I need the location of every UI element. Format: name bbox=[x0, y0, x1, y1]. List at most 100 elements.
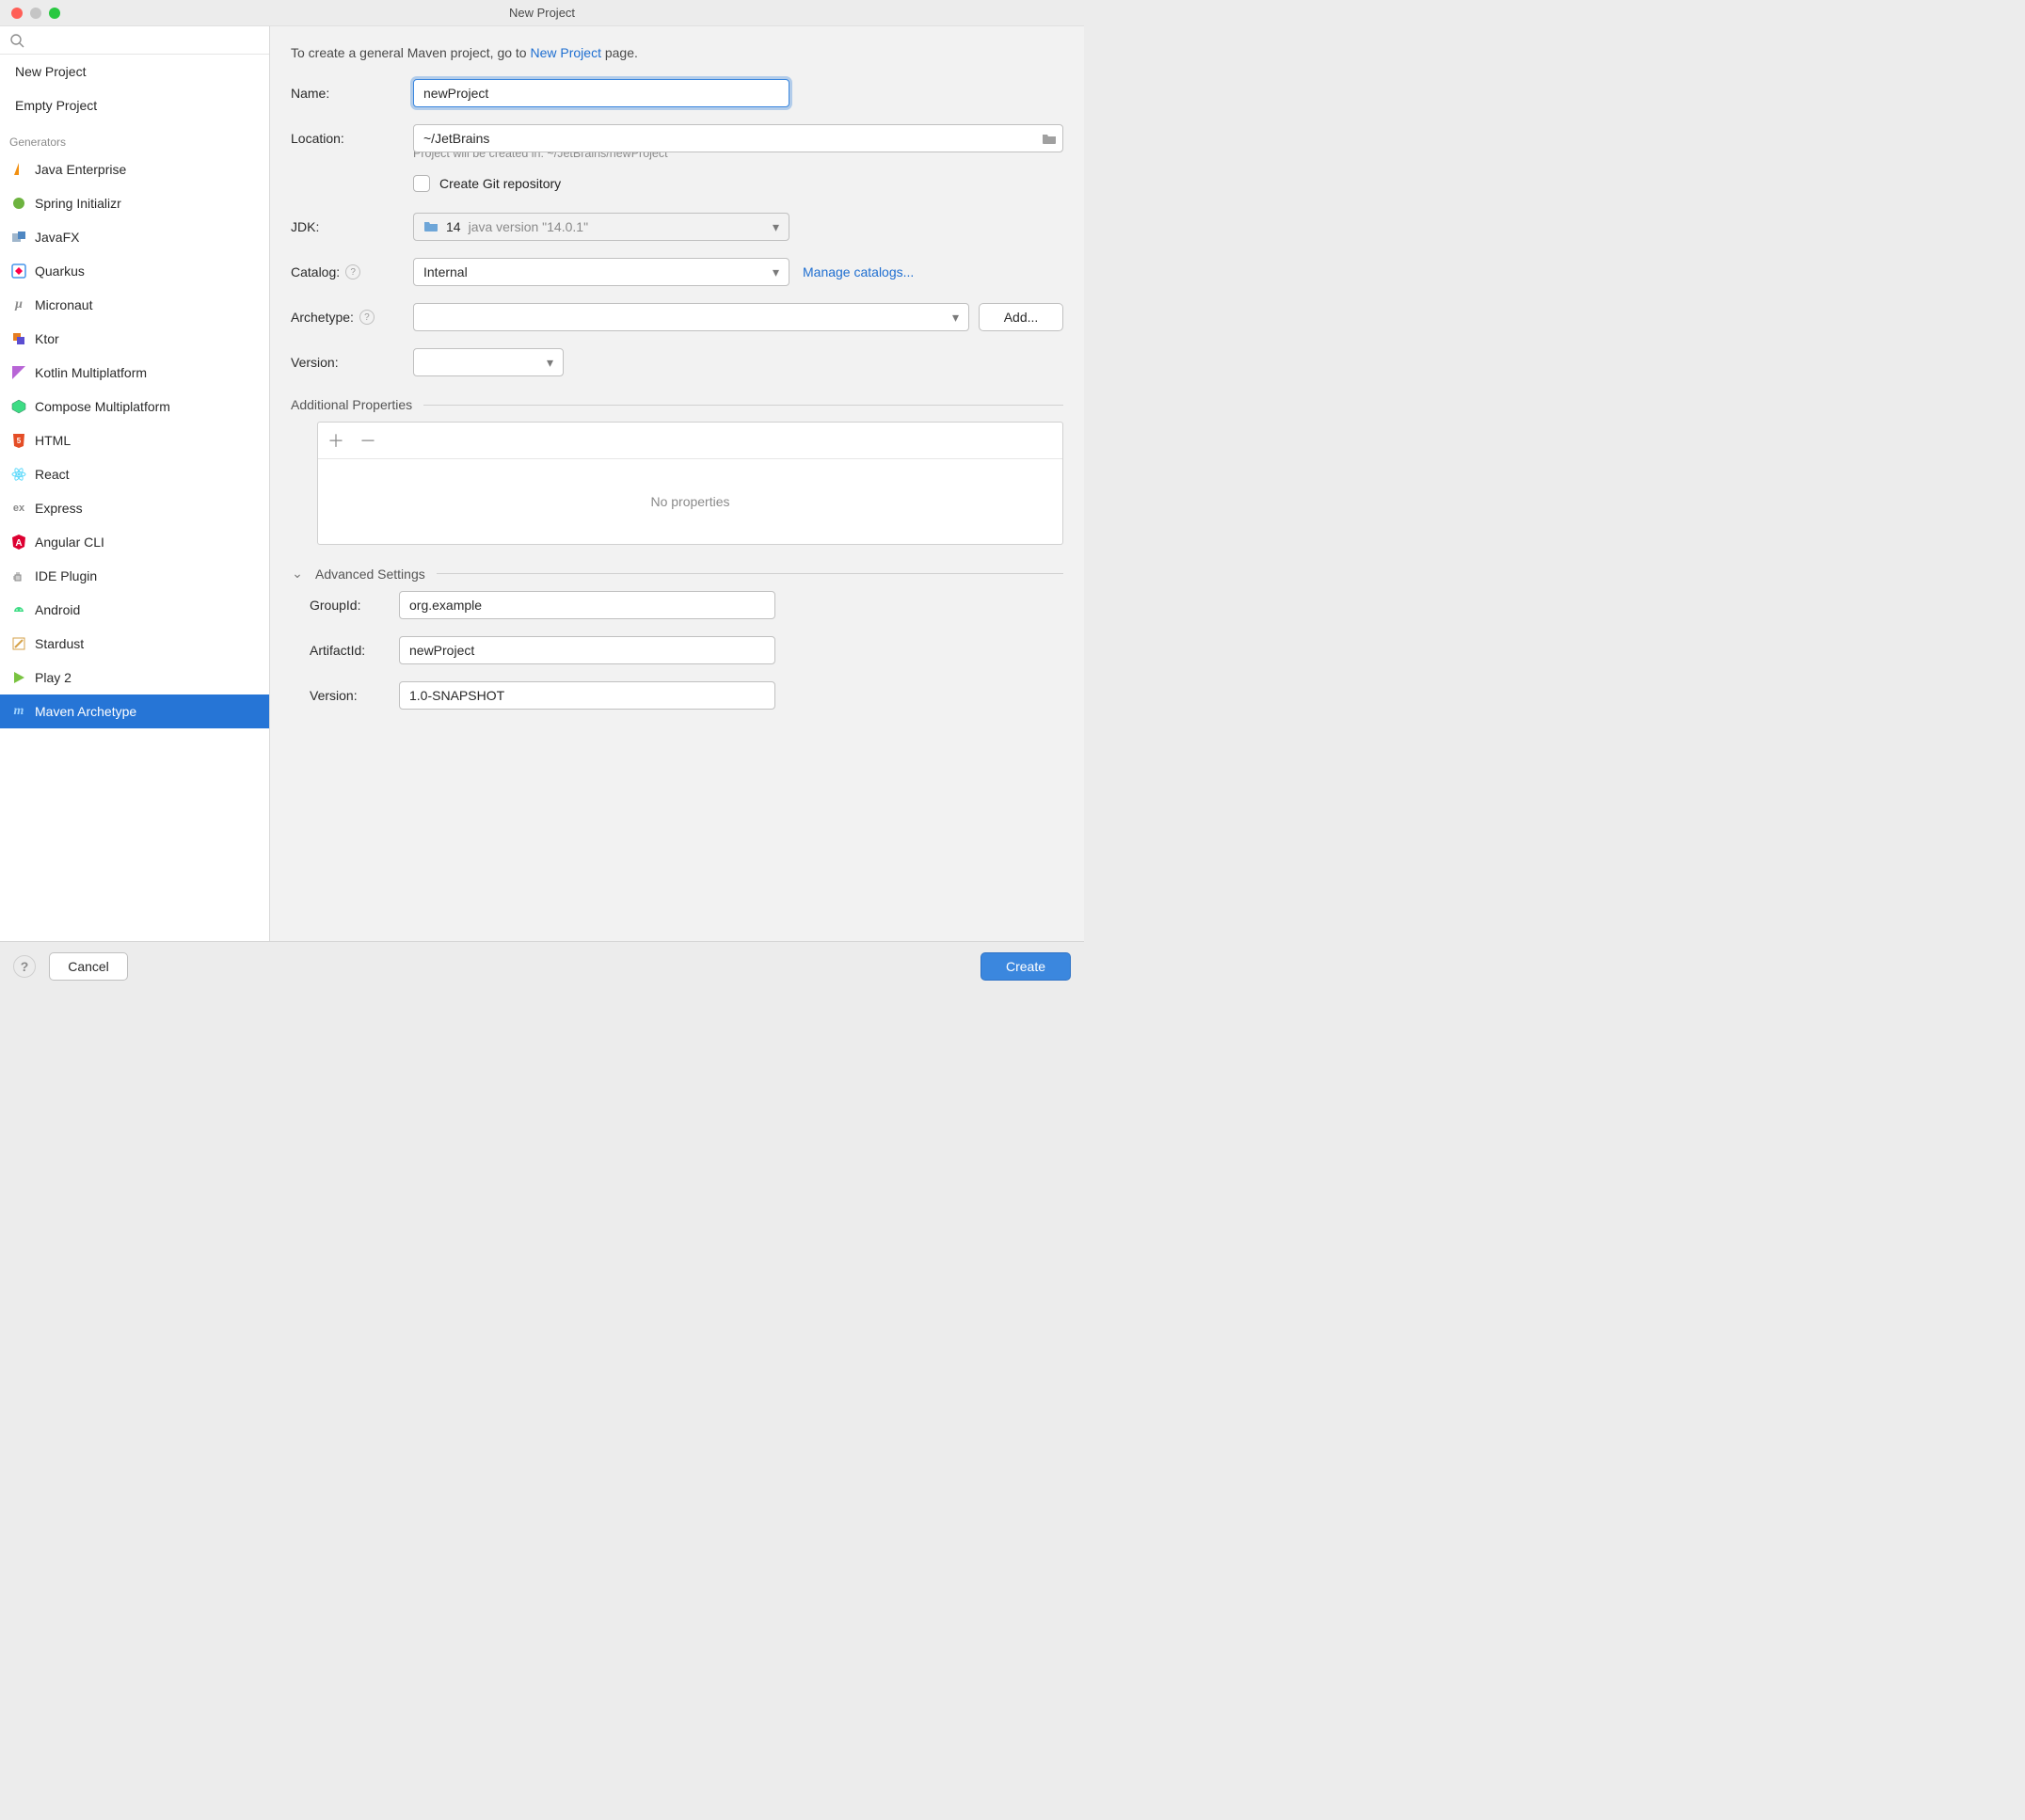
sidebar-item-label: Maven Archetype bbox=[35, 704, 136, 719]
sidebar-item-label: Angular CLI bbox=[35, 535, 104, 550]
artifactid-input[interactable] bbox=[399, 636, 775, 664]
sail-icon bbox=[11, 162, 26, 177]
version-dropdown[interactable]: ▾ bbox=[413, 348, 564, 376]
location-input[interactable] bbox=[413, 124, 1063, 152]
sidebar-item-react[interactable]: React bbox=[0, 457, 269, 491]
search-icon[interactable] bbox=[9, 33, 24, 48]
maven-icon: m bbox=[11, 704, 26, 719]
footer: ? Cancel Create bbox=[0, 941, 1084, 990]
sidebar-item-kotlin-multiplatform[interactable]: Kotlin Multiplatform bbox=[0, 356, 269, 390]
remove-property-button[interactable]: － bbox=[359, 428, 376, 453]
chevron-down-icon: ▾ bbox=[547, 355, 553, 371]
sidebar-item-label: Empty Project bbox=[15, 98, 97, 113]
name-input[interactable] bbox=[413, 79, 789, 107]
sidebar-item-label: Android bbox=[35, 602, 80, 617]
advanced-settings-title: Advanced Settings bbox=[315, 567, 425, 582]
additional-properties-panel: ＋ － No properties bbox=[317, 422, 1063, 545]
no-properties-text: No properties bbox=[318, 459, 1062, 544]
sidebar-item-compose-multiplatform[interactable]: Compose Multiplatform bbox=[0, 390, 269, 423]
groupid-label: GroupId: bbox=[310, 598, 399, 613]
git-checkbox[interactable] bbox=[413, 175, 430, 192]
window-controls bbox=[0, 8, 60, 19]
sidebar-item-label: Compose Multiplatform bbox=[35, 399, 170, 414]
sidebar-item-play2[interactable]: Play 2 bbox=[0, 661, 269, 694]
generators-heading: Generators bbox=[0, 122, 269, 152]
cancel-button[interactable]: Cancel bbox=[49, 952, 128, 981]
sidebar-item-label: HTML bbox=[35, 433, 71, 448]
chevron-down-icon: ▾ bbox=[773, 264, 779, 280]
add-property-button[interactable]: ＋ bbox=[327, 428, 344, 453]
sidebar-item-label: Micronaut bbox=[35, 297, 92, 312]
react-icon bbox=[11, 467, 26, 482]
additional-properties-title: Additional Properties bbox=[291, 397, 412, 412]
jdk-dropdown[interactable]: 14 java version "14.0.1" ▾ bbox=[413, 213, 789, 241]
create-button[interactable]: Create bbox=[981, 952, 1071, 981]
sidebar-item-express[interactable]: ex Express bbox=[0, 491, 269, 525]
chevron-down-icon: ⌄ bbox=[291, 566, 304, 582]
jdk-detail: java version "14.0.1" bbox=[469, 219, 588, 234]
groupid-input[interactable] bbox=[399, 591, 775, 619]
sidebar-item-java-enterprise[interactable]: Java Enterprise bbox=[0, 152, 269, 186]
sidebar-item-label: Play 2 bbox=[35, 670, 72, 685]
help-button[interactable]: ? bbox=[13, 955, 36, 978]
spring-icon bbox=[11, 196, 26, 211]
sidebar-item-label: New Project bbox=[15, 64, 86, 79]
intro-text: To create a general Maven project, go to… bbox=[291, 45, 1063, 60]
quarkus-icon bbox=[11, 263, 26, 279]
stardust-icon bbox=[11, 636, 26, 651]
archetype-label: Archetype: ? bbox=[291, 310, 413, 325]
help-icon[interactable]: ? bbox=[359, 310, 375, 325]
sidebar-item-javafx[interactable]: JavaFX bbox=[0, 220, 269, 254]
adv-version-input[interactable] bbox=[399, 681, 775, 710]
additional-properties-header: Additional Properties bbox=[291, 397, 1063, 412]
manage-catalogs-link[interactable]: Manage catalogs... bbox=[803, 264, 914, 279]
version-label: Version: bbox=[291, 355, 413, 370]
browse-folder-icon[interactable] bbox=[1041, 130, 1058, 147]
sidebar-item-label: Stardust bbox=[35, 636, 84, 651]
git-checkbox-label: Create Git repository bbox=[439, 176, 561, 191]
sidebar-item-spring-initializr[interactable]: Spring Initializr bbox=[0, 186, 269, 220]
sidebar-item-label: Kotlin Multiplatform bbox=[35, 365, 147, 380]
sidebar-item-maven-archetype[interactable]: m Maven Archetype bbox=[0, 694, 269, 728]
new-project-link[interactable]: New Project bbox=[530, 45, 600, 60]
minimize-window-button[interactable] bbox=[30, 8, 41, 19]
sidebar-item-ktor[interactable]: Ktor bbox=[0, 322, 269, 356]
micronaut-icon: μ bbox=[11, 297, 26, 312]
jdk-folder-icon bbox=[423, 218, 438, 236]
catalog-label: Catalog: ? bbox=[291, 264, 413, 279]
archetype-dropdown[interactable]: ▾ bbox=[413, 303, 969, 331]
sidebar-item-label: Ktor bbox=[35, 331, 59, 346]
svg-text:5: 5 bbox=[17, 437, 22, 445]
close-window-button[interactable] bbox=[11, 8, 23, 19]
sidebar-item-ide-plugin[interactable]: IDE Plugin bbox=[0, 559, 269, 593]
add-archetype-button[interactable]: Add... bbox=[979, 303, 1063, 331]
android-icon bbox=[11, 602, 26, 617]
sidebar-item-angular-cli[interactable]: A Angular CLI bbox=[0, 525, 269, 559]
sidebar-item-new-project[interactable]: New Project bbox=[0, 55, 269, 88]
sidebar-item-quarkus[interactable]: Quarkus bbox=[0, 254, 269, 288]
help-icon[interactable]: ? bbox=[345, 264, 360, 279]
name-label: Name: bbox=[291, 86, 413, 101]
catalog-value: Internal bbox=[423, 264, 468, 279]
adv-version-label: Version: bbox=[310, 688, 399, 703]
express-icon: ex bbox=[11, 501, 26, 516]
sidebar-item-empty-project[interactable]: Empty Project bbox=[0, 88, 269, 122]
sidebar-item-label: JavaFX bbox=[35, 230, 79, 245]
chevron-down-icon: ▾ bbox=[952, 310, 959, 326]
sidebar-item-android[interactable]: Android bbox=[0, 593, 269, 627]
angular-icon: A bbox=[11, 535, 26, 550]
content-panel: To create a general Maven project, go to… bbox=[270, 26, 1084, 941]
sidebar-item-stardust[interactable]: Stardust bbox=[0, 627, 269, 661]
location-label: Location: bbox=[291, 131, 413, 146]
zoom-window-button[interactable] bbox=[49, 8, 60, 19]
sidebar-search-row bbox=[0, 26, 269, 55]
advanced-settings-header[interactable]: ⌄ Advanced Settings bbox=[291, 566, 1063, 582]
jdk-label: JDK: bbox=[291, 219, 413, 234]
sidebar-item-micronaut[interactable]: μ Micronaut bbox=[0, 288, 269, 322]
catalog-dropdown[interactable]: Internal ▾ bbox=[413, 258, 789, 286]
artifactid-label: ArtifactId: bbox=[310, 643, 399, 658]
compose-icon bbox=[11, 399, 26, 414]
sidebar-item-html[interactable]: 5 HTML bbox=[0, 423, 269, 457]
chevron-down-icon: ▾ bbox=[773, 219, 779, 235]
jdk-version: 14 bbox=[446, 219, 461, 234]
